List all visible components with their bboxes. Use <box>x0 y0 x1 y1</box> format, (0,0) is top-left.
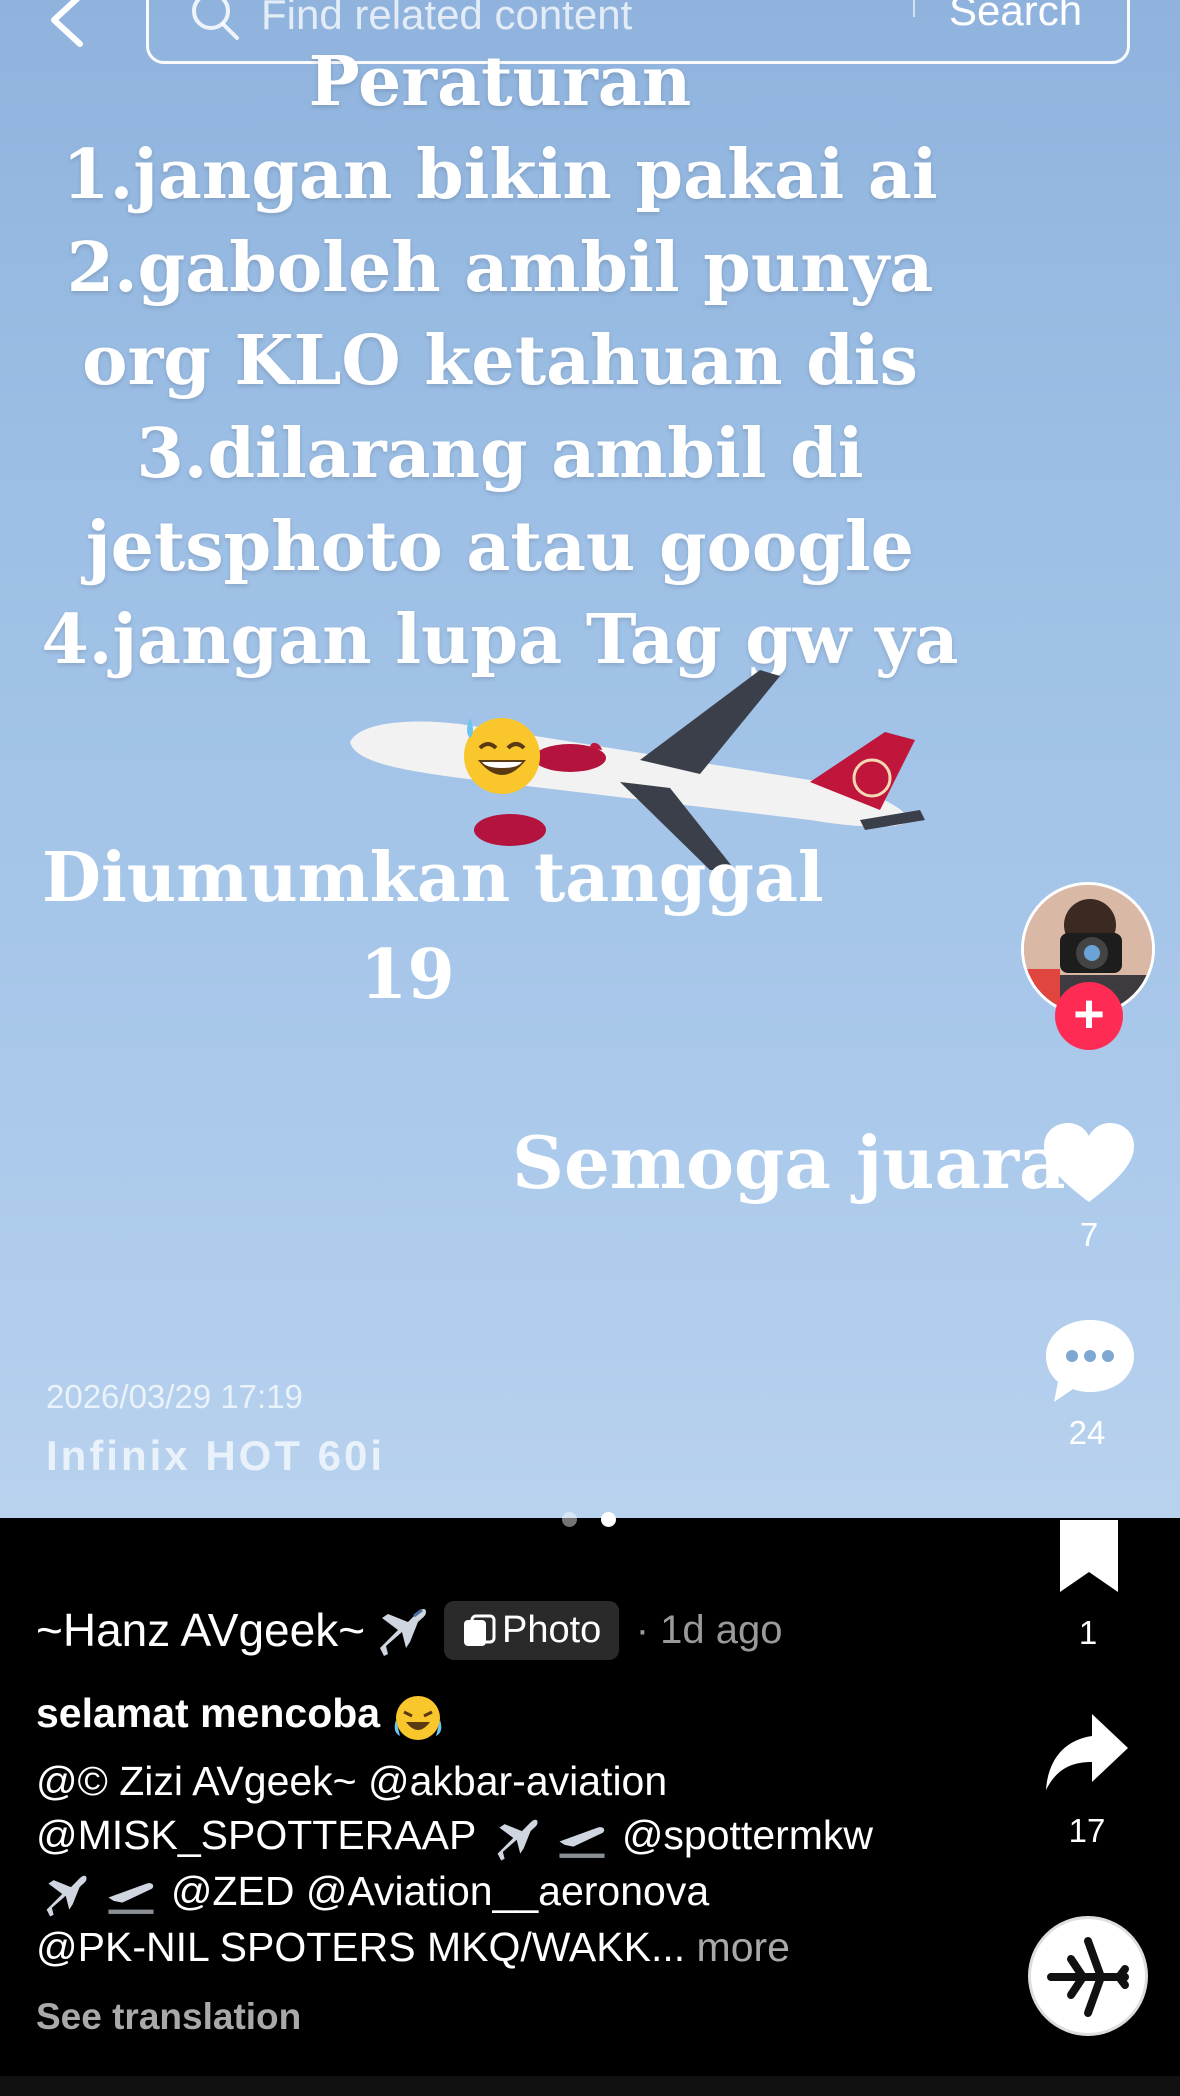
announcement-date: 19 <box>360 935 455 1015</box>
caption-mention[interactable]: @spottermkw <box>622 1812 873 1858</box>
watermark-device: Infinix HOT 60i <box>46 1432 386 1479</box>
watermark-date: 2026/03/29 17:19 <box>46 1378 303 1415</box>
good-luck-text: Semoga juara <box>512 1120 1066 1205</box>
post-photo[interactable]: Find related content Search Peraturan 1.… <box>0 0 1180 1518</box>
comment-count: 24 <box>1068 1414 1106 1451</box>
caption-body[interactable]: @© Zizi AVgeek~ @akbar-aviation @MISK_SP… <box>36 1754 896 1974</box>
caption-mention[interactable]: @PK-NIL SPOTERS MKQ/WAKK... <box>36 1924 685 1970</box>
rules-line: org KLO ketahuan dis <box>82 321 918 401</box>
bookmark-icon[interactable] <box>1056 1518 1122 1594</box>
rules-line: jetsphoto atau google <box>86 507 914 587</box>
share-count: 17 <box>1068 1812 1106 1849</box>
rules-line: 1.jangan bikin pakai ai <box>62 135 938 215</box>
airplane-emoji-icon <box>377 1608 426 1656</box>
author-name[interactable]: ~Hanz AVgeek~ <box>36 1604 365 1656</box>
caption-line[interactable]: @ZED @Aviation__aeronova <box>36 1864 896 1920</box>
post-time-ago: · 1d ago <box>635 1607 783 1652</box>
rules-text: Peraturan 1.jangan bikin pakai ai 2.gabo… <box>0 36 1000 687</box>
caption-mention[interactable]: @MISK_SPOTTERAAP <box>36 1812 476 1858</box>
like-count: 7 <box>1079 1216 1099 1253</box>
airplane-logo-icon <box>1047 1937 1129 2017</box>
airplane-emoji-icon <box>44 1876 87 1917</box>
airplane-departure-emoji-icon <box>559 1827 605 1859</box>
caption-title-text: selamat mencoba <box>36 1690 381 1736</box>
like-heart-icon[interactable] <box>1040 1120 1138 1206</box>
author-row: ~Hanz AVgeek~ Photo · 1d ago <box>36 1600 783 1666</box>
airplane-departure-emoji-icon <box>108 1883 154 1915</box>
bottom-bar <box>0 2076 1180 2096</box>
photo-type-badge: Photo <box>443 1600 620 1660</box>
music-disc[interactable] <box>1028 1916 1148 2036</box>
sweat-smile-emoji-icon <box>464 718 540 794</box>
announcement-text: Diumumkan tanggal <box>42 838 824 918</box>
search-button[interactable]: Search <box>949 0 1082 35</box>
rules-line: 3.dilarang ambil di <box>136 414 864 494</box>
share-arrow-icon[interactable] <box>1044 1712 1130 1794</box>
see-translation-link[interactable]: See translation <box>36 1996 301 2038</box>
caption-line[interactable]: @PK-NIL SPOTERS MKQ/WAKK... more <box>36 1920 896 1974</box>
caption-line[interactable]: @MISK_SPOTTERAAP @spottermkw <box>36 1808 896 1864</box>
carousel-dot[interactable] <box>562 1512 577 1527</box>
photo-type-label: Photo <box>501 1608 602 1651</box>
carousel-indicator <box>562 1512 636 1532</box>
airplane-emoji-icon <box>495 1819 538 1861</box>
search-input[interactable]: Find related content <box>261 0 632 39</box>
rules-title: Peraturan <box>308 42 692 122</box>
comment-bubble-icon[interactable] <box>1042 1316 1138 1406</box>
rules-line: 2.gaboleh ambil punya <box>66 228 934 308</box>
follow-button[interactable]: + <box>1055 982 1123 1050</box>
carousel-dot-active[interactable] <box>601 1512 617 1527</box>
more-link[interactable]: more <box>697 1924 790 1970</box>
save-count: 1 <box>1078 1614 1098 1651</box>
photo-stack-icon <box>463 1614 496 1646</box>
search-divider <box>913 0 915 17</box>
caption-line[interactable]: @© Zizi AVgeek~ @akbar-aviation <box>36 1754 896 1808</box>
crying-laughing-emoji-icon <box>394 1696 441 1741</box>
caption-title: selamat mencoba <box>36 1690 444 1742</box>
caption-mention[interactable]: @ZED @Aviation__aeronova <box>171 1868 709 1914</box>
